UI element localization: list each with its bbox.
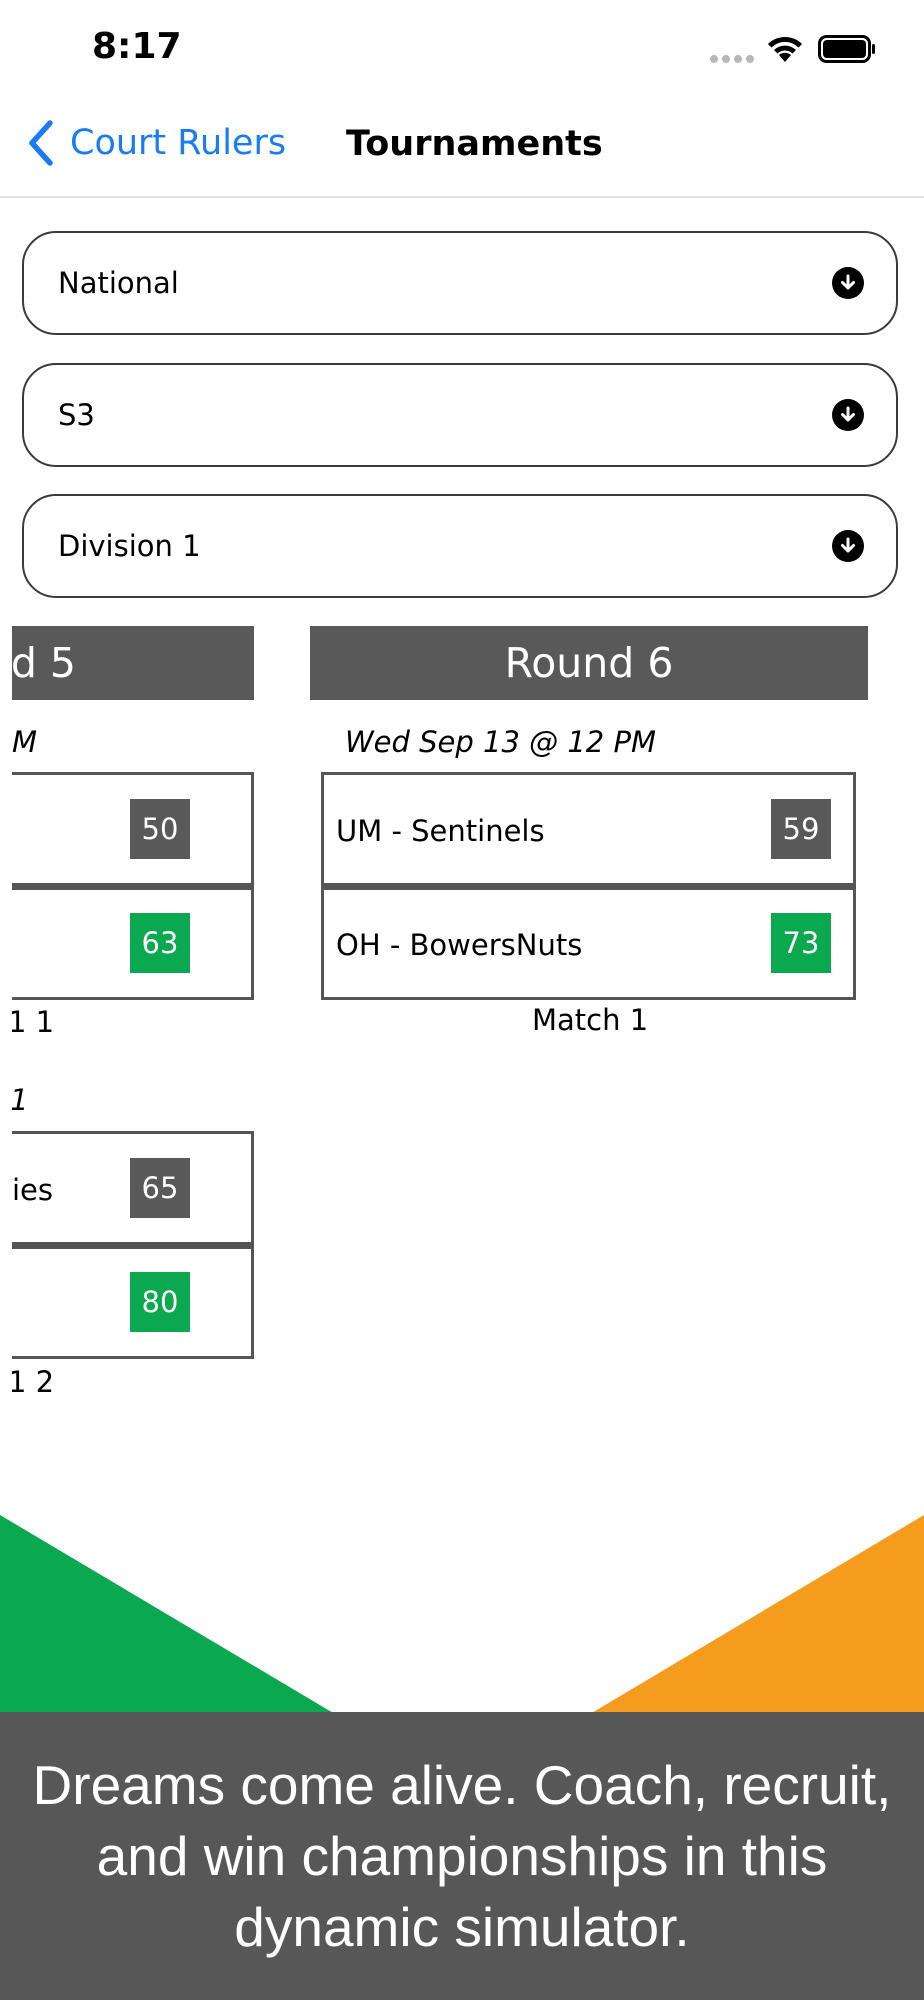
- team-score: 63: [130, 913, 190, 973]
- season-selector[interactable]: S3: [22, 363, 898, 467]
- page-title: Tournaments: [346, 124, 603, 164]
- team-name: UM - Sentinels: [336, 813, 545, 848]
- match-label: 1 1: [12, 1005, 55, 1039]
- signal-icon: [710, 55, 754, 63]
- team-row: 50: [12, 775, 251, 886]
- team-score: 80: [130, 1272, 190, 1332]
- battery-icon: [818, 35, 875, 63]
- round-5-header: d 5: [12, 626, 254, 700]
- team-name: OH - BowersNuts: [336, 927, 583, 962]
- round-6-title: Round 6: [504, 639, 674, 687]
- green-shape: [0, 1515, 345, 1720]
- team-row: ies 65: [12, 1134, 251, 1245]
- match-card[interactable]: ies 65 80: [12, 1131, 254, 1359]
- team-score: 73: [771, 913, 831, 973]
- match-card[interactable]: UM - Sentinels 59 OH - BowersNuts 73: [321, 772, 856, 1000]
- back-button-label: Court Rulers: [70, 123, 287, 163]
- season-selector-value: S3: [58, 398, 95, 432]
- match-date: Wed Sep 13 @ 12 PM: [345, 725, 656, 759]
- round-6-header: Round 6: [310, 626, 868, 700]
- promo-banner-text: Dreams come alive. Coach, recruit, and w…: [32, 1753, 892, 1958]
- division-selector-value: Division 1: [58, 529, 201, 563]
- team-row: 80: [12, 1248, 251, 1359]
- team-name: ies: [12, 1172, 54, 1207]
- bracket-round-5[interactable]: d 5 M 50 63 1 1 1 ies 65 80 1 2: [12, 620, 266, 1420]
- league-selector[interactable]: National: [22, 231, 898, 335]
- division-selector[interactable]: Division 1: [22, 494, 898, 598]
- wifi-icon: [768, 36, 802, 62]
- promo-banner: Dreams come alive. Coach, recruit, and w…: [0, 1712, 924, 2000]
- nav-divider: [0, 196, 924, 198]
- match-label: 1 2: [12, 1365, 55, 1399]
- match-date: 1: [12, 1083, 28, 1117]
- team-score: 59: [771, 799, 831, 859]
- arrow-down-circle-icon: [832, 530, 864, 562]
- decorative-shapes: [0, 1515, 924, 1720]
- match-date: M: [12, 725, 38, 759]
- team-row: 63: [12, 889, 251, 1000]
- round-5-title: d 5: [12, 639, 76, 687]
- league-selector-value: National: [58, 266, 179, 300]
- team-score: 65: [130, 1158, 190, 1218]
- team-row: OH - BowersNuts 73: [324, 889, 853, 1000]
- back-button[interactable]: Court Rulers: [26, 120, 286, 166]
- team-row: UM - Sentinels 59: [324, 775, 853, 886]
- arrow-down-circle-icon: [832, 267, 864, 299]
- status-time: 8:17: [92, 26, 182, 67]
- arrow-down-circle-icon: [832, 399, 864, 431]
- chevron-left-icon: [29, 120, 53, 166]
- match-card[interactable]: 50 63: [12, 772, 254, 1000]
- team-score: 50: [130, 799, 190, 859]
- orange-shape: [580, 1515, 924, 1720]
- match-label: Match 1: [532, 1003, 649, 1037]
